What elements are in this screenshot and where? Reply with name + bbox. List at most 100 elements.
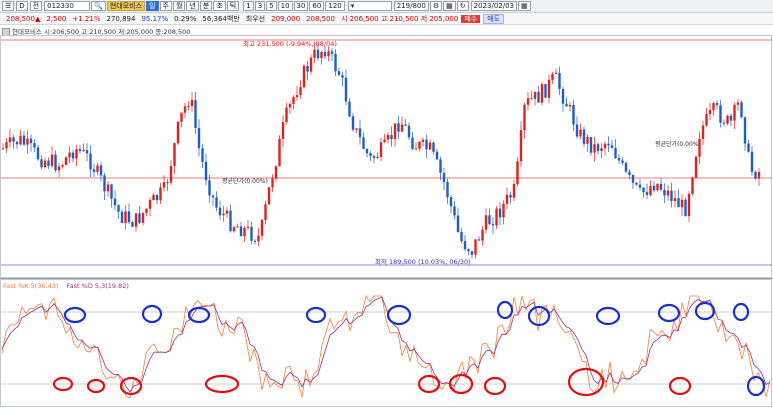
candle-body [267,187,271,205]
candle-body [229,210,232,232]
candle-body [526,98,530,105]
candle-body [204,161,208,181]
candle-body [173,143,176,166]
candle-body [36,147,40,160]
candle-body [138,213,141,223]
candle-body [355,128,358,130]
candle-body [208,180,211,196]
candle-body [12,137,15,142]
candle-body [484,215,488,230]
candle-body [106,184,110,192]
candle-body [57,166,61,171]
candle-body [47,160,50,166]
candle-body [183,106,187,113]
stochastic-legend: Fast %K 5(36.43) Fast %D 5,3(19.82) [3,282,129,290]
red-circle-marker [567,367,605,397]
candle-body [740,102,743,118]
candle-body [236,226,239,228]
candle-body [169,165,173,183]
stochastic-series [1,295,771,399]
candle-body [274,166,278,179]
candle-body [257,235,260,242]
candle-body [358,128,362,138]
candle-body [621,160,624,163]
candle-body [264,204,267,220]
candle-body [722,122,726,124]
candle-body [603,143,607,149]
candle-body [624,162,628,172]
candle-body [446,181,449,198]
candle-body [565,103,568,107]
candle-body [96,165,99,172]
candle-body [141,212,145,223]
candle-body [253,240,257,242]
candle-body [246,226,250,228]
candle-body [607,143,610,146]
candle-body [743,117,747,144]
candle-body [190,100,194,107]
candle-body [110,184,113,199]
candle-body [642,187,645,193]
red-circle-marker [483,376,507,396]
candle-body [68,152,71,158]
candle-body [635,182,638,185]
chart-canvas[interactable]: 최고 231,500 (-9.94%, 08/04) 최저 189,500 (1… [0,0,773,408]
candle-body [533,91,537,99]
candle-body [145,208,148,213]
candle-body [302,65,306,88]
candle-body [757,171,761,179]
candle-body [582,129,586,144]
candle-body [516,161,519,184]
candle-body [341,75,344,78]
candle-body [666,190,670,196]
blue-circle-marker [694,301,716,321]
candle-body [40,159,43,168]
candle-body [33,143,36,148]
fast-d-label: Fast %D 5,3(19.82) [66,282,129,290]
candle-body [89,153,92,170]
candle-body [288,103,292,108]
candle-body [481,229,484,241]
candle-body [327,51,330,57]
fast-k-label: Fast %K 5(36.43) [3,282,59,290]
candle-body [449,197,453,207]
candle-body [488,215,491,225]
candle-body [638,184,642,188]
candle-body [719,105,722,123]
candle-body [187,106,190,108]
candle-body [631,175,635,183]
candle-body [418,141,421,149]
candle-body [215,197,218,208]
candle-body [250,226,253,241]
candle-body [64,157,68,165]
candle-body [684,199,687,217]
candle-body [75,149,78,159]
candle-body [701,125,705,139]
candle-body [477,239,481,241]
candle-body [715,103,719,106]
candle-body [680,199,684,208]
candle-body [103,175,106,192]
candle-body [593,144,596,153]
candle-body [127,211,131,223]
candle-body [589,136,593,153]
candle-body [19,135,22,145]
candle-body [54,154,57,171]
candle-body [512,183,516,198]
candle-body [736,102,740,105]
blue-circle-marker [746,375,766,397]
fast-d-line [1,296,771,393]
candle-body [656,183,659,191]
candle-body [547,79,551,98]
candle-body [729,115,733,121]
candle-body [453,206,456,216]
candle-body [239,226,243,237]
candle-body [362,137,365,150]
candle-body [407,125,411,138]
candle-body [677,198,680,208]
blue-circle-marker [187,306,211,324]
high-annotation: 최고 231,500 (-9.94%, 08/04) [243,39,337,48]
candle-body [474,239,477,255]
candle-body [551,73,554,80]
fast-k-line [1,295,771,399]
